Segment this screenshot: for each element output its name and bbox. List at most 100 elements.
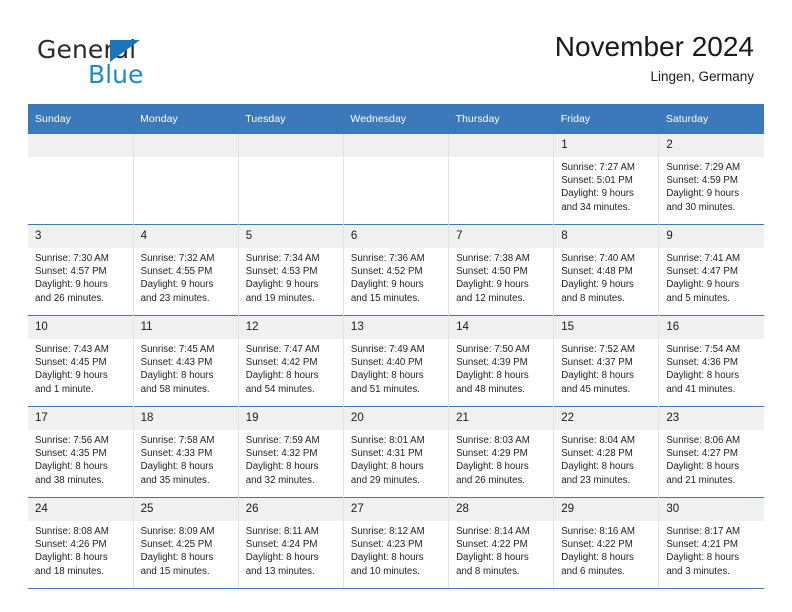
- calendar-cell-day[interactable]: 23 Sunrise: 8:06 AM Sunset: 4:27 PM Dayligh…: [658, 406, 764, 498]
- daylight-duration-line1: Daylight: 9 hours: [456, 279, 529, 291]
- daylight-duration-line1: Daylight: 8 hours: [666, 370, 740, 382]
- calendar-cell-day[interactable]: 6 Sunrise: 7:36 AM Sunset: 4:52 PM Daylight…: [343, 224, 450, 316]
- sunset-time: Sunset: 4:26 PM: [35, 539, 107, 551]
- calendar-week-row: 17 Sunrise: 7:56 AM Sunset: 4:35 PM Dayligh…: [28, 406, 764, 498]
- calendar-cell-day[interactable]: 17 Sunrise: 7:56 AM Sunset: 4:35 PM Dayligh…: [28, 406, 134, 498]
- day-details: Sunrise: 7:59 AM Sunset: 4:32 PM Daylight:…: [239, 430, 343, 487]
- sunset-time: Sunset: 4:37 PM: [561, 357, 633, 369]
- calendar-table: Sunday Monday Tuesday Wednesday Thursday…: [28, 104, 764, 589]
- day-number: 5: [238, 225, 343, 248]
- calendar-cell-day[interactable]: 7 Sunrise: 7:38 AM Sunset: 4:50 PM Daylight…: [448, 224, 555, 316]
- daylight-duration-line2: and 6 minutes.: [561, 565, 625, 577]
- sunset-time: Sunset: 4:25 PM: [140, 539, 213, 551]
- day-details: Sunrise: 7:49 AM Sunset: 4:40 PM Daylight:…: [344, 339, 448, 396]
- calendar-cell-day[interactable]: 16 Sunrise: 7:54 AM Sunset: 4:36 PM Dayligh…: [658, 315, 764, 407]
- sunrise-time: Sunrise: 7:54 AM: [666, 344, 741, 355]
- day-number: 20: [343, 407, 449, 430]
- sunrise-time: Sunrise: 7:43 AM: [35, 344, 109, 355]
- calendar-cell-day[interactable]: 2 Sunrise: 7:29 AM Sunset: 4:59 PM Daylight…: [658, 134, 764, 225]
- daylight-duration-line2: and 15 minutes.: [350, 292, 420, 304]
- calendar-cell-empty: [448, 134, 555, 225]
- calendar-cell-day[interactable]: 27 Sunrise: 8:12 AM Sunset: 4:23 PM Dayligh…: [343, 497, 450, 589]
- calendar-cell-day[interactable]: 11 Sunrise: 7:45 AM Sunset: 4:43 PM Dayligh…: [133, 315, 239, 407]
- day-number: 3: [28, 225, 133, 248]
- sunset-time: Sunset: 4:40 PM: [350, 357, 423, 369]
- sunset-time: Sunset: 4:59 PM: [666, 175, 738, 187]
- weekday-header-thursday: Thursday: [448, 104, 554, 134]
- day-number: 6: [343, 225, 449, 248]
- sunset-time: Sunset: 4:55 PM: [140, 266, 213, 278]
- daylight-duration-line1: Daylight: 8 hours: [350, 370, 424, 382]
- day-details: Sunrise: 8:16 AM Sunset: 4:22 PM Daylight:…: [554, 521, 658, 578]
- sunrise-time: Sunrise: 7:32 AM: [140, 253, 215, 264]
- day-details: Sunrise: 7:34 AM Sunset: 4:53 PM Daylight:…: [239, 248, 343, 305]
- calendar-cell-day[interactable]: 22 Sunrise: 8:04 AM Sunset: 4:28 PM Dayligh…: [553, 406, 660, 498]
- day-details: Sunrise: 8:06 AM Sunset: 4:27 PM Daylight:…: [659, 430, 764, 487]
- daylight-duration-line2: and 34 minutes.: [561, 201, 631, 213]
- daylight-duration-line2: and 48 minutes.: [456, 383, 525, 395]
- page-header: General Blue November 2024 Lingen, Germa…: [0, 0, 792, 104]
- sunrise-time: Sunrise: 8:04 AM: [561, 435, 635, 446]
- day-number: 23: [659, 407, 764, 430]
- sunrise-time: Sunrise: 8:08 AM: [35, 526, 109, 537]
- day-details: Sunrise: 7:30 AM Sunset: 4:57 PM Daylight:…: [28, 248, 133, 305]
- calendar-cell-day[interactable]: 28 Sunrise: 8:14 AM Sunset: 4:22 PM Dayligh…: [448, 497, 555, 589]
- logo-general-blue[interactable]: General Blue: [37, 36, 267, 92]
- calendar-header-row: Sunday Monday Tuesday Wednesday Thursday…: [28, 104, 764, 134]
- sunrise-time: Sunrise: 7:50 AM: [456, 344, 530, 355]
- daylight-duration-line1: Daylight: 8 hours: [140, 461, 214, 473]
- calendar-cell-day[interactable]: 24 Sunrise: 8:08 AM Sunset: 4:26 PM Dayligh…: [28, 497, 134, 589]
- sunset-time: Sunset: 4:21 PM: [666, 539, 738, 551]
- day-number: 13: [343, 316, 449, 339]
- daylight-duration-line2: and 41 minutes.: [666, 383, 736, 395]
- calendar-cell-day[interactable]: 26 Sunrise: 8:11 AM Sunset: 4:24 PM Dayligh…: [238, 497, 344, 589]
- calendar-cell-day[interactable]: 14 Sunrise: 7:50 AM Sunset: 4:39 PM Dayligh…: [448, 315, 555, 407]
- calendar-cell-day[interactable]: 4 Sunrise: 7:32 AM Sunset: 4:55 PM Daylight…: [133, 224, 239, 316]
- daylight-duration-line2: and 26 minutes.: [35, 292, 104, 304]
- daylight-duration-line2: and 19 minutes.: [245, 292, 315, 304]
- day-number: 30: [659, 498, 764, 521]
- sunset-time: Sunset: 4:39 PM: [456, 357, 528, 369]
- daylight-duration-line2: and 38 minutes.: [35, 474, 104, 486]
- sunset-time: Sunset: 4:22 PM: [561, 539, 633, 551]
- day-details: Sunrise: 7:43 AM Sunset: 4:45 PM Daylight:…: [28, 339, 133, 396]
- sunrise-time: Sunrise: 8:06 AM: [666, 435, 741, 446]
- daylight-duration-line2: and 10 minutes.: [350, 565, 420, 577]
- daylight-duration-line1: Daylight: 8 hours: [456, 461, 529, 473]
- calendar-cell-day[interactable]: 13 Sunrise: 7:49 AM Sunset: 4:40 PM Dayligh…: [343, 315, 450, 407]
- calendar-cell-day[interactable]: 20 Sunrise: 8:01 AM Sunset: 4:31 PM Dayligh…: [343, 406, 450, 498]
- sunrise-time: Sunrise: 8:11 AM: [245, 526, 319, 537]
- weekday-header-friday: Friday: [553, 104, 659, 134]
- calendar-cell-day[interactable]: 19 Sunrise: 7:59 AM Sunset: 4:32 PM Dayligh…: [238, 406, 344, 498]
- calendar-cell-day[interactable]: 18 Sunrise: 7:58 AM Sunset: 4:33 PM Dayligh…: [133, 406, 239, 498]
- calendar-cell-day[interactable]: 9 Sunrise: 7:41 AM Sunset: 4:47 PM Daylight…: [658, 224, 764, 316]
- calendar-cell-day[interactable]: 15 Sunrise: 7:52 AM Sunset: 4:37 PM Dayligh…: [553, 315, 660, 407]
- sunset-time: Sunset: 5:01 PM: [561, 175, 633, 187]
- daylight-duration-line1: Daylight: 9 hours: [666, 279, 740, 291]
- calendar-cell-day[interactable]: 1 Sunrise: 7:27 AM Sunset: 5:01 PM Daylight…: [553, 134, 660, 225]
- sunrise-time: Sunrise: 7:41 AM: [666, 253, 741, 264]
- calendar-cell-day[interactable]: 12 Sunrise: 7:47 AM Sunset: 4:42 PM Dayligh…: [238, 315, 344, 407]
- sunrise-time: Sunrise: 7:27 AM: [561, 162, 635, 173]
- calendar-cell-day[interactable]: 21 Sunrise: 8:03 AM Sunset: 4:29 PM Dayligh…: [448, 406, 555, 498]
- daylight-duration-line2: and 12 minutes.: [456, 292, 525, 304]
- calendar-cell-day[interactable]: 25 Sunrise: 8:09 AM Sunset: 4:25 PM Dayligh…: [133, 497, 239, 589]
- calendar-cell-day[interactable]: 10 Sunrise: 7:43 AM Sunset: 4:45 PM Dayligh…: [28, 315, 134, 407]
- daylight-duration-line2: and 8 minutes.: [456, 565, 520, 577]
- calendar-cell-day[interactable]: 3 Sunrise: 7:30 AM Sunset: 4:57 PM Daylight…: [28, 224, 134, 316]
- logo-triangle-icon: [110, 40, 140, 62]
- sunrise-time: Sunrise: 7:58 AM: [140, 435, 215, 446]
- sunset-time: Sunset: 4:23 PM: [350, 539, 423, 551]
- calendar-cell-day[interactable]: 5 Sunrise: 7:34 AM Sunset: 4:53 PM Daylight…: [238, 224, 344, 316]
- day-number: 21: [449, 407, 554, 430]
- day-number: 24: [28, 498, 133, 521]
- calendar-cell-day[interactable]: 29 Sunrise: 8:16 AM Sunset: 4:22 PM Dayligh…: [553, 497, 660, 589]
- daylight-duration-line1: Daylight: 8 hours: [456, 552, 529, 564]
- day-number: 10: [28, 316, 133, 339]
- sunset-time: Sunset: 4:31 PM: [350, 448, 423, 460]
- daylight-duration-line2: and 45 minutes.: [561, 383, 631, 395]
- sunrise-time: Sunrise: 8:03 AM: [456, 435, 530, 446]
- daylight-duration-line1: Daylight: 8 hours: [245, 552, 319, 564]
- calendar-cell-day[interactable]: 8 Sunrise: 7:40 AM Sunset: 4:48 PM Daylight…: [553, 224, 660, 316]
- calendar-cell-day[interactable]: 30 Sunrise: 8:17 AM Sunset: 4:21 PM Dayligh…: [658, 497, 764, 589]
